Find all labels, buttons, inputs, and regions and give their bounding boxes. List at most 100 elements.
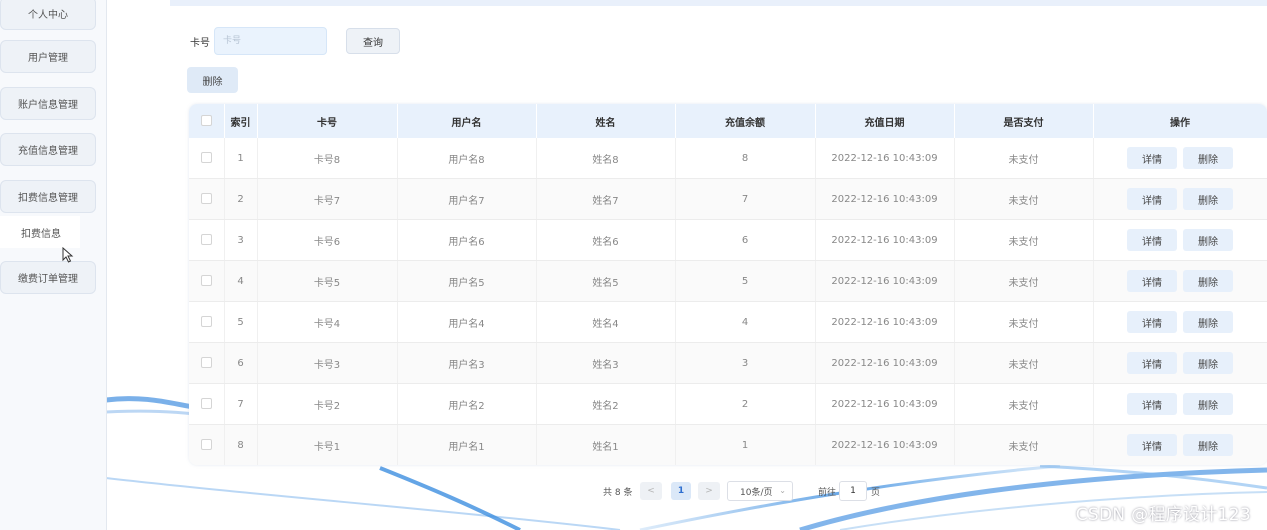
cell-card: 卡号3 (257, 342, 398, 384)
cell-name: 姓名3 (536, 342, 676, 384)
row-select-cell[interactable] (189, 138, 225, 179)
cell-balance: 7 (675, 178, 816, 220)
pagination-goto-input[interactable] (839, 481, 867, 501)
row-delete-button[interactable]: 删除 (1183, 147, 1233, 169)
query-button[interactable]: 查询 (346, 28, 400, 54)
row-delete-button[interactable]: 删除 (1183, 393, 1233, 415)
sidebar-item-deduction-info[interactable]: 扣费信息管理 (0, 180, 96, 213)
batch-delete-button[interactable]: 删除 (187, 67, 238, 93)
sidebar-item-recharge-info[interactable]: 充值信息管理 (0, 133, 96, 166)
row-checkbox[interactable] (200, 439, 212, 451)
card-search-input[interactable] (214, 27, 327, 55)
sidebar-item-payment-orders[interactable]: 缴费订单管理 (0, 261, 96, 294)
cell-date: 2022-12-16 10:43:09 (815, 301, 955, 343)
cell-date: 2022-12-16 10:43:09 (815, 260, 955, 302)
pagination-next-button[interactable]: > (698, 482, 720, 500)
row-delete-button[interactable]: 删除 (1183, 270, 1233, 292)
cell-username: 用户名7 (397, 178, 537, 220)
mouse-cursor-icon (62, 247, 74, 263)
row-delete-button[interactable]: 删除 (1183, 352, 1233, 374)
cell-actions: 详情 删除 (1093, 383, 1267, 425)
sidebar-item-account-info[interactable]: 账户信息管理 (0, 87, 96, 120)
cell-index: 2 (224, 178, 258, 220)
detail-button[interactable]: 详情 (1127, 352, 1177, 374)
row-checkbox[interactable] (200, 398, 212, 410)
header-select-all[interactable] (189, 104, 225, 138)
row-select-cell[interactable] (189, 178, 225, 220)
row-delete-button[interactable]: 删除 (1183, 188, 1233, 210)
cell-name: 姓名8 (536, 138, 676, 179)
cell-index: 5 (224, 301, 258, 343)
cell-actions: 详情 删除 (1093, 219, 1267, 261)
column-header-actions: 操作 (1093, 104, 1267, 138)
cell-name: 姓名1 (536, 424, 676, 465)
table-row: 8 卡号1 用户名1 姓名1 1 2022-12-16 10:43:09 未支付 详情 删除 (189, 424, 1267, 465)
chevron-down-icon: ⌄ (779, 486, 786, 495)
cell-username: 用户名8 (397, 138, 537, 179)
cell-balance: 8 (675, 138, 816, 179)
cell-username: 用户名3 (397, 342, 537, 384)
select-all-checkbox[interactable] (200, 115, 212, 127)
detail-button[interactable]: 详情 (1127, 147, 1177, 169)
cell-paid: 未支付 (954, 178, 1094, 220)
row-select-cell[interactable] (189, 301, 225, 343)
row-checkbox[interactable] (200, 357, 212, 369)
pagination-prev-button[interactable]: < (640, 482, 662, 500)
detail-button[interactable]: 详情 (1127, 270, 1177, 292)
cell-name: 姓名7 (536, 178, 676, 220)
cell-name: 姓名6 (536, 219, 676, 261)
cell-index: 3 (224, 219, 258, 261)
sidebar-item-label: 账户信息管理 (18, 100, 78, 111)
sidebar-item-personal-center[interactable]: 个人中心 (0, 0, 96, 30)
table-row: 1 卡号8 用户名8 姓名8 8 2022-12-16 10:43:09 未支付 详情 删除 (189, 138, 1267, 179)
column-header-paid: 是否支付 (954, 104, 1094, 138)
row-checkbox[interactable] (200, 193, 212, 205)
pagination-total: 共 8 条 (603, 488, 633, 498)
detail-button[interactable]: 详情 (1127, 434, 1177, 456)
table-row: 5 卡号4 用户名4 姓名4 4 2022-12-16 10:43:09 未支付 详情 删除 (189, 301, 1267, 343)
sidebar-item-label: 个人中心 (28, 10, 68, 21)
search-label: 卡号 (190, 38, 210, 49)
row-delete-button[interactable]: 删除 (1183, 229, 1233, 251)
detail-button[interactable]: 详情 (1127, 229, 1177, 251)
cell-card: 卡号1 (257, 424, 398, 465)
table-header-row: 索引 卡号 用户名 姓名 充值余额 充值日期 是否支付 操作 (189, 104, 1267, 138)
cell-actions: 详情 删除 (1093, 301, 1267, 343)
pagination-goto-label: 前往 (818, 488, 837, 498)
column-header-index: 索引 (224, 104, 258, 138)
row-select-cell[interactable] (189, 424, 225, 465)
row-checkbox[interactable] (200, 275, 212, 287)
row-delete-button[interactable]: 删除 (1183, 311, 1233, 333)
row-checkbox[interactable] (200, 152, 212, 164)
row-select-cell[interactable] (189, 219, 225, 261)
cell-date: 2022-12-16 10:43:09 (815, 424, 955, 465)
cell-username: 用户名5 (397, 260, 537, 302)
column-header-date: 充值日期 (815, 104, 955, 138)
cell-name: 姓名2 (536, 383, 676, 425)
cell-balance: 1 (675, 424, 816, 465)
page-size-select[interactable]: 10条/页 ⌄ (727, 481, 793, 501)
sidebar-item-label: 缴费订单管理 (18, 274, 78, 285)
sidebar: 个人中心 用户管理 账户信息管理 充值信息管理 扣费信息管理 扣费信息 缴费订单… (0, 0, 107, 530)
data-table: 索引 卡号 用户名 姓名 充值余额 充值日期 是否支付 操作 1 卡号8 用户名8 姓… (189, 104, 1267, 465)
row-select-cell[interactable] (189, 383, 225, 425)
cell-date: 2022-12-16 10:43:09 (815, 219, 955, 261)
detail-button[interactable]: 详情 (1127, 188, 1177, 210)
row-select-cell[interactable] (189, 260, 225, 302)
row-checkbox[interactable] (200, 316, 212, 328)
cell-index: 6 (224, 342, 258, 384)
sidebar-subitem-deduction[interactable]: 扣费信息 (0, 216, 80, 248)
cell-paid: 未支付 (954, 138, 1094, 179)
row-checkbox[interactable] (200, 234, 212, 246)
cell-date: 2022-12-16 10:43:09 (815, 178, 955, 220)
cell-paid: 未支付 (954, 424, 1094, 465)
cell-date: 2022-12-16 10:43:09 (815, 383, 955, 425)
pagination-page-1[interactable]: 1 (671, 482, 691, 500)
column-header-card: 卡号 (257, 104, 398, 138)
sidebar-item-user-management[interactable]: 用户管理 (0, 40, 96, 73)
row-select-cell[interactable] (189, 342, 225, 384)
cell-index: 8 (224, 424, 258, 465)
detail-button[interactable]: 详情 (1127, 311, 1177, 333)
detail-button[interactable]: 详情 (1127, 393, 1177, 415)
row-delete-button[interactable]: 删除 (1183, 434, 1233, 456)
